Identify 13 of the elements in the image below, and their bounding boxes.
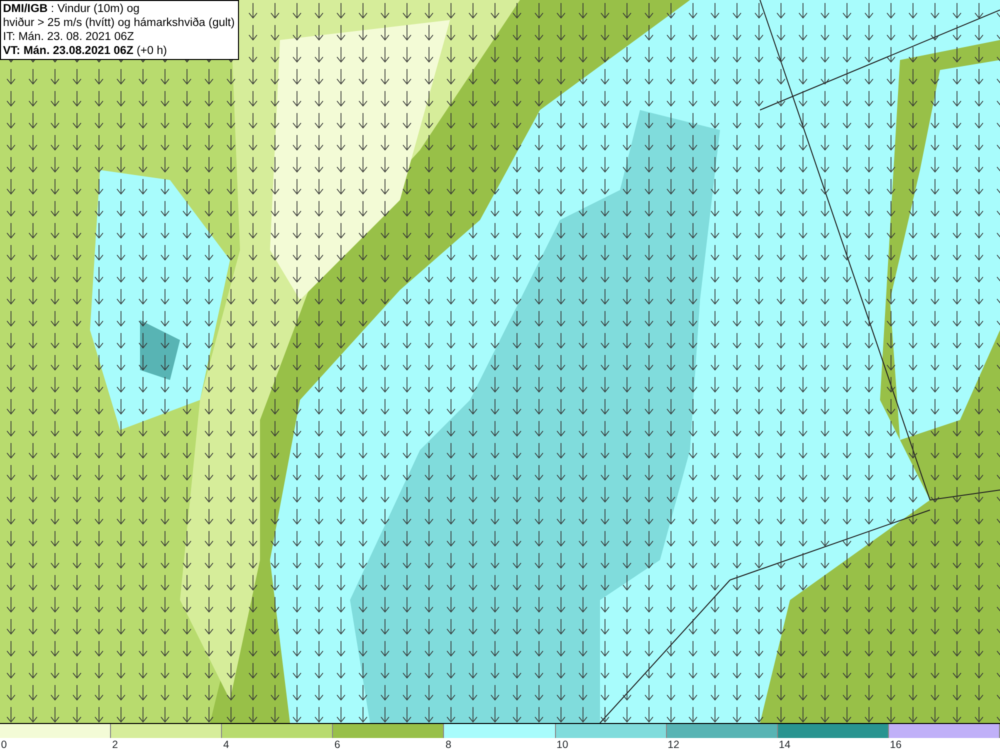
legend-label: 2 — [111, 738, 119, 752]
legend-label: 4 — [222, 738, 230, 752]
legend-label: 16 — [888, 738, 903, 752]
title-line: VT: Mán. 23.08.2021 06Z (+0 h) — [3, 44, 168, 58]
legend-label: 12 — [666, 738, 680, 752]
legend-label: 0 — [0, 738, 8, 752]
title-line: IT: Mán. 23. 08. 2021 06Z — [3, 30, 136, 44]
legend-label: 14 — [778, 738, 792, 752]
legend-label: 6 — [333, 738, 342, 752]
legend-label: 8 — [444, 738, 452, 752]
title-line: hviður > 25 m/s (hvítt) og hámarkshviða (gult) — [3, 16, 235, 30]
legend-label: 10 — [556, 738, 570, 752]
title-line: DMI/IGB : Vindur (10m) og — [3, 2, 141, 16]
